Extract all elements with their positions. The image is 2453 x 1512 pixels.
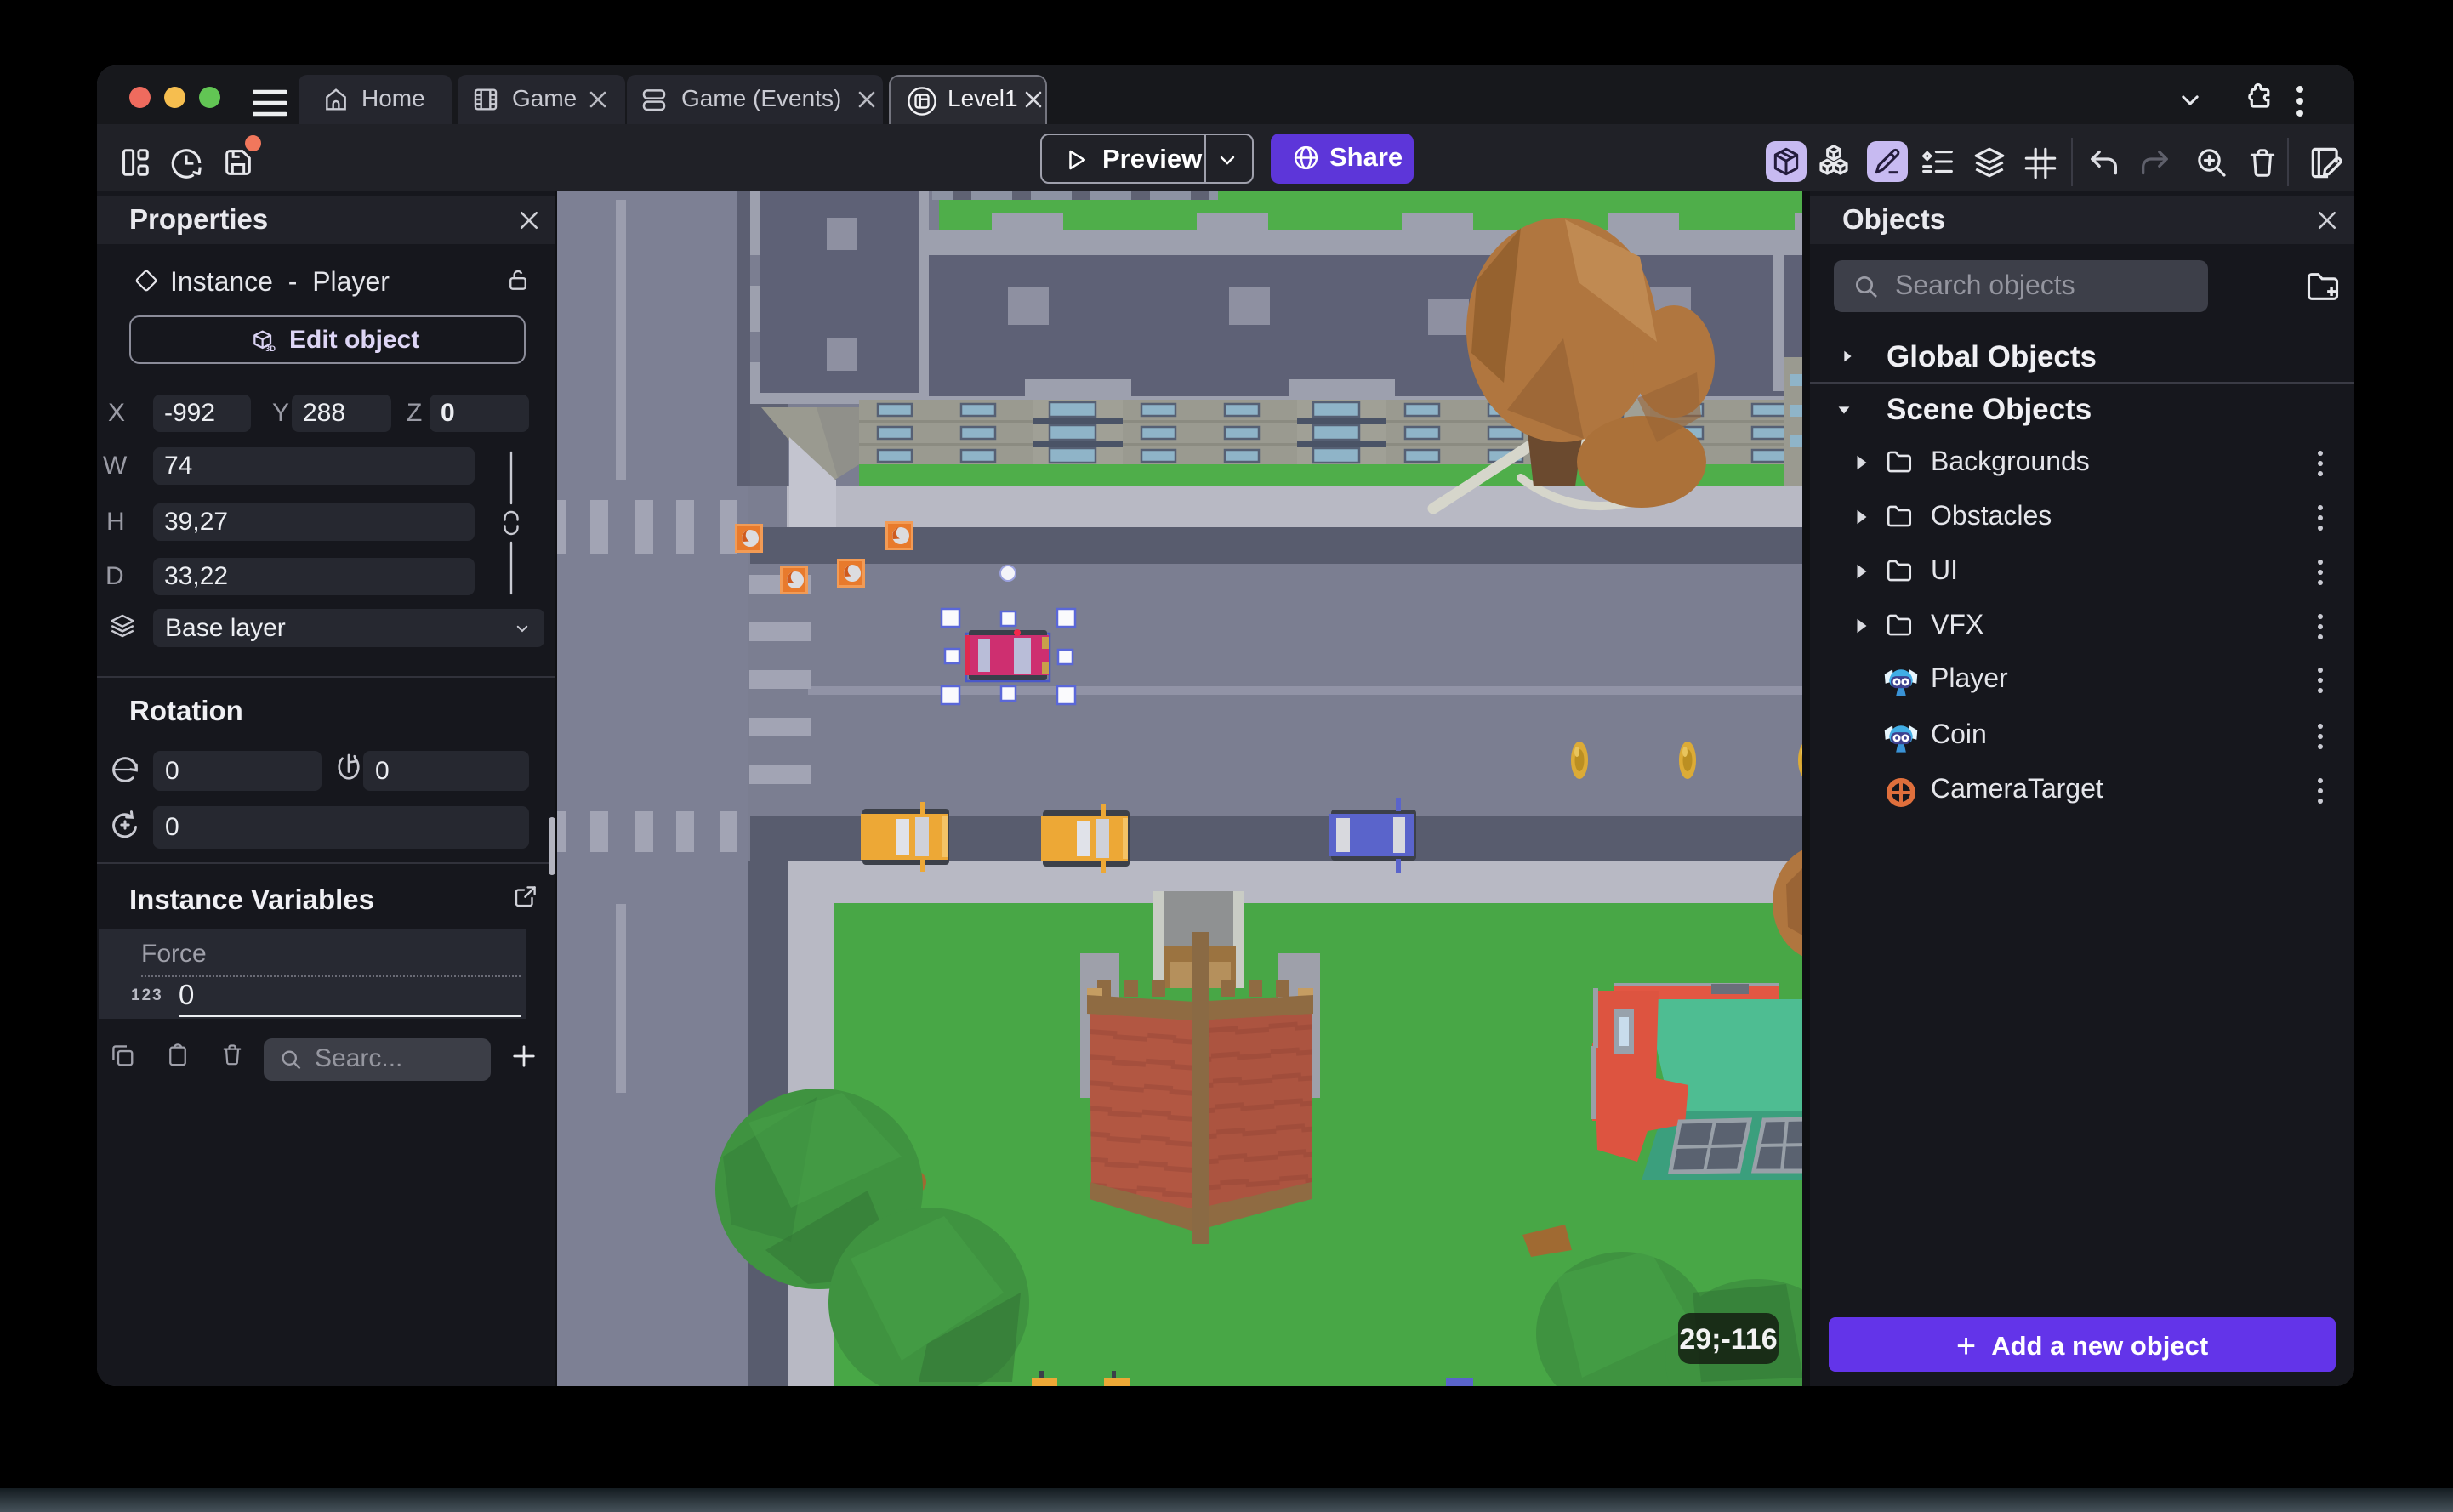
- svg-text:3D: 3D: [265, 344, 276, 353]
- svg-text:29;-116: 29;-116: [1679, 1323, 1777, 1356]
